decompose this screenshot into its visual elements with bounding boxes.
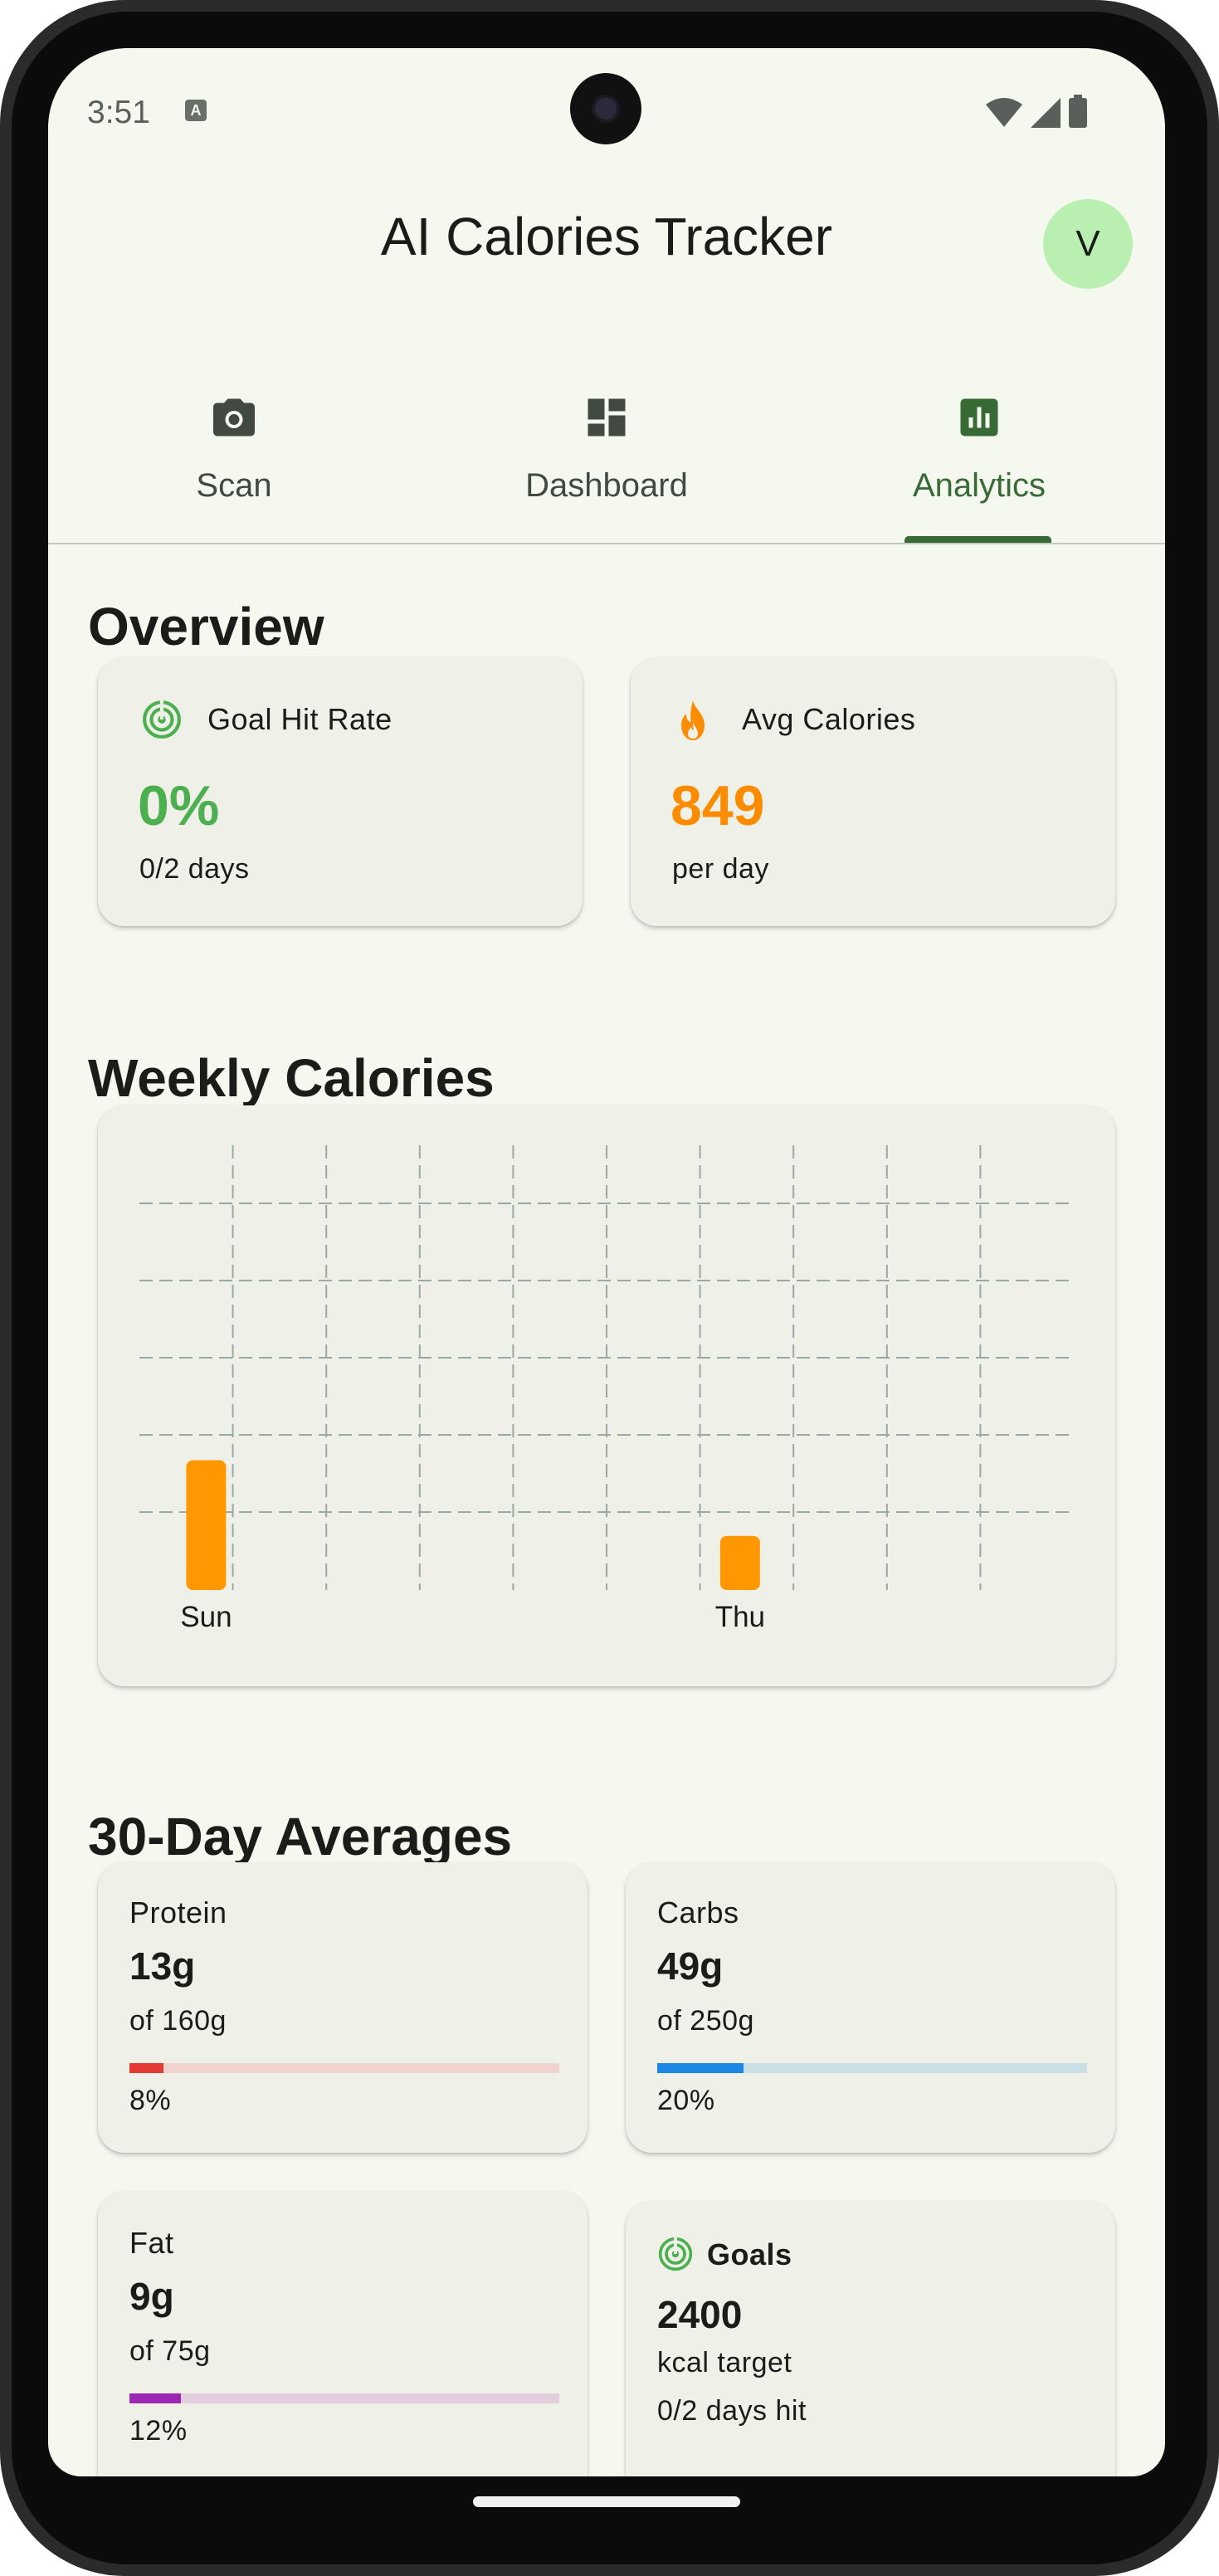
dashboard-icon	[588, 398, 626, 437]
goal-hit-rate-label: Goal Hit Rate	[207, 702, 393, 736]
avg-calories-sub: per day	[672, 853, 769, 885]
avg-calories-value: 849	[670, 774, 765, 837]
protein-card[interactable]: Protein 13g of 160g 8%	[98, 1862, 588, 2153]
carbs-progress-bar	[657, 2063, 1087, 2073]
avg-calories-card[interactable]: Avg Calories 849 per day	[631, 657, 1115, 926]
goals-label: Goals	[707, 2237, 792, 2271]
fat-target: of 75g	[129, 2335, 211, 2367]
fat-label: Fat	[129, 2226, 174, 2260]
weekly-calories-title: Weekly Calories	[88, 1048, 495, 1108]
avg-calories-label: Avg Calories	[742, 702, 916, 736]
status-icons	[986, 95, 1087, 128]
protein-progress-bar	[129, 2063, 559, 2073]
battery-icon	[1069, 95, 1087, 128]
fat-progress-fill	[129, 2393, 182, 2403]
notification-icon: A	[185, 100, 207, 121]
goal-hit-rate-sub: 0/2 days	[139, 853, 250, 885]
signal-icon	[1031, 98, 1061, 128]
goal-hit-rate-card[interactable]: Goal Hit Rate 0% 0/2 days	[98, 657, 583, 926]
chart-bar-thu	[719, 1535, 760, 1590]
target-icon	[143, 699, 181, 739]
app-screen: 3:51 A AI Calories Tracker V Scan Dashbo…	[48, 48, 1165, 2476]
goals-unit: kcal target	[657, 2347, 792, 2378]
front-camera	[570, 73, 641, 144]
carbs-progress-fill	[657, 2063, 744, 2073]
fat-card[interactable]: Fat 9g of 75g 12%	[98, 2191, 588, 2476]
carbs-value: 49g	[657, 1944, 724, 1988]
goals-card[interactable]: Goals 2400 kcal target 0/2 days hit	[626, 2201, 1115, 2476]
chart-tick-label-thu: Thu	[715, 1601, 765, 1633]
averages-title: 30-Day Averages	[88, 1807, 513, 1866]
goals-days-hit: 0/2 days hit	[657, 2395, 807, 2427]
overview-title: Overview	[88, 597, 324, 656]
tab-dashboard[interactable]: Dashboard	[421, 343, 792, 542]
status-time: 3:51	[87, 95, 150, 130]
fat-percent: 12%	[129, 2415, 188, 2447]
tabs-divider	[48, 543, 1165, 544]
fire-icon	[681, 700, 705, 740]
wifi-icon	[986, 98, 1022, 127]
protein-percent: 8%	[129, 2085, 172, 2116]
app-title: AI Calories Tracker	[380, 207, 833, 266]
tab-scan-label: Scan	[196, 467, 272, 504]
carbs-target: of 250g	[657, 2005, 754, 2037]
chart-bar-sun	[186, 1460, 227, 1590]
fat-progress-bar	[129, 2393, 559, 2403]
analytics-icon	[960, 398, 998, 437]
tab-analytics[interactable]: Analytics	[793, 343, 1165, 542]
carbs-card[interactable]: Carbs 49g of 250g 20%	[626, 1862, 1115, 2153]
weekly-calories-card: Sun Thu	[98, 1105, 1115, 1686]
goals-value: 2400	[657, 2293, 743, 2336]
tab-scan[interactable]: Scan	[48, 343, 420, 542]
tab-dashboard-label: Dashboard	[525, 467, 688, 504]
target-icon	[658, 2236, 693, 2271]
protein-progress-fill	[129, 2063, 164, 2073]
protein-value: 13g	[129, 1944, 196, 1988]
fat-value: 9g	[129, 2275, 174, 2318]
protein-label: Protein	[129, 1895, 227, 1930]
chart-tick-label-sun: Sun	[180, 1601, 232, 1633]
avatar[interactable]: V	[1043, 199, 1133, 289]
tab-analytics-label: Analytics	[912, 467, 1046, 504]
weekly-calories-chart: Sun Thu	[139, 1145, 1074, 1633]
carbs-label: Carbs	[657, 1895, 739, 1930]
camera-icon	[213, 398, 255, 437]
carbs-percent: 20%	[657, 2085, 715, 2116]
protein-target: of 160g	[129, 2005, 227, 2037]
tab-bar: Scan Dashboard Analytics	[48, 343, 1165, 544]
goal-hit-rate-value: 0%	[138, 774, 220, 837]
home-indicator[interactable]	[473, 2496, 740, 2507]
